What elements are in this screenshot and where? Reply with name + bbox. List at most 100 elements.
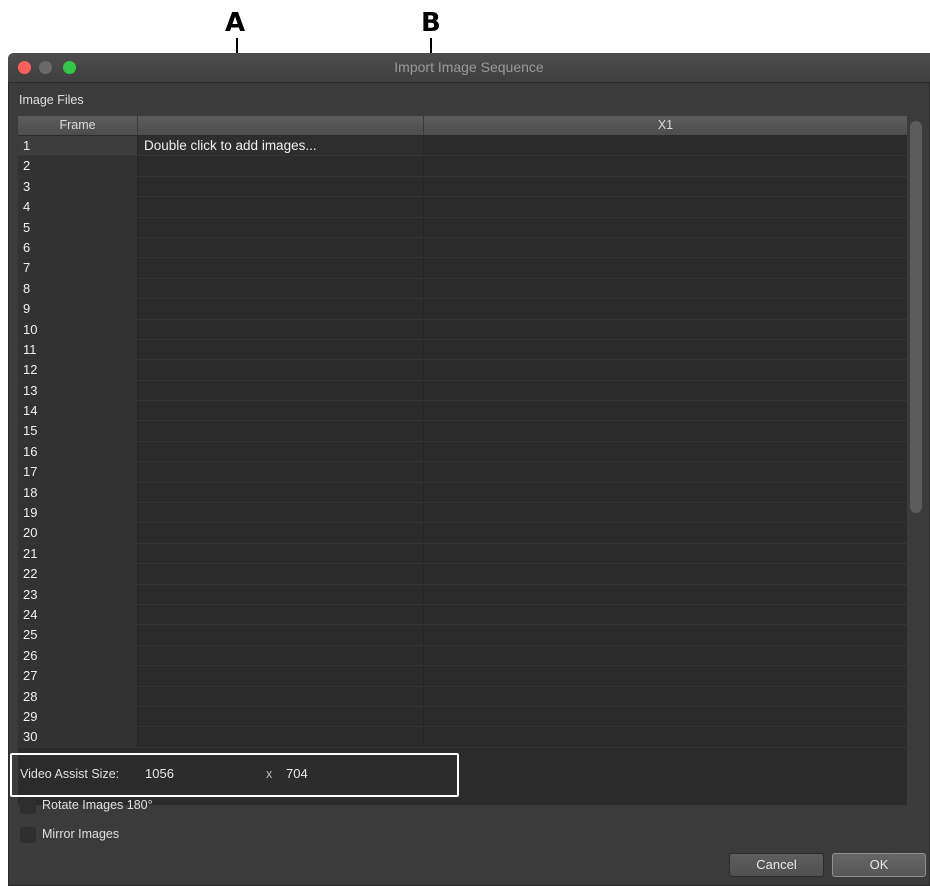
image-cell[interactable]	[138, 421, 424, 441]
table-row[interactable]: 2	[18, 156, 907, 177]
frame-number-cell[interactable]: 16	[18, 441, 138, 462]
table-row[interactable]: 23	[18, 584, 907, 605]
image-cell[interactable]	[138, 686, 424, 706]
frame-number-cell[interactable]: 27	[18, 666, 138, 686]
x1-cell[interactable]	[424, 523, 907, 542]
x1-cell[interactable]	[424, 136, 907, 155]
x1-cell[interactable]	[424, 360, 907, 379]
frame-number-cell[interactable]: 14	[18, 401, 138, 421]
image-cell[interactable]	[138, 380, 424, 401]
x1-cell[interactable]	[424, 218, 907, 237]
image-cell[interactable]	[138, 217, 424, 237]
table-row[interactable]: 18	[18, 482, 907, 504]
frame-number-cell[interactable]: 11	[18, 339, 138, 360]
image-cell[interactable]	[138, 564, 424, 584]
image-cell[interactable]	[138, 543, 424, 564]
frame-number-cell[interactable]: 20	[18, 523, 138, 543]
frame-number-cell[interactable]: 19	[18, 503, 138, 523]
frame-number-cell[interactable]: 23	[18, 584, 138, 604]
frame-number-cell[interactable]: 3	[18, 176, 138, 197]
table-row[interactable]: 15	[18, 421, 907, 442]
x1-cell[interactable]	[424, 177, 907, 196]
x1-cell[interactable]	[424, 442, 907, 461]
frame-number-cell[interactable]: 8	[18, 278, 138, 299]
image-cell[interactable]	[138, 645, 424, 666]
table-row[interactable]: 26	[18, 645, 907, 667]
add-images-placeholder-cell[interactable]: Double click to add images...	[138, 136, 424, 156]
frame-number-cell[interactable]: 7	[18, 258, 138, 278]
image-cell[interactable]	[138, 401, 424, 421]
image-cell[interactable]	[138, 258, 424, 278]
frame-number-cell[interactable]: 6	[18, 237, 138, 258]
table-row[interactable]: 20	[18, 523, 907, 544]
x1-cell[interactable]	[424, 544, 907, 563]
table-row[interactable]: 12	[18, 360, 907, 381]
table-row[interactable]: 5	[18, 217, 907, 238]
x1-cell[interactable]	[424, 156, 907, 175]
table-row[interactable]: 19	[18, 503, 907, 524]
column-header-frame[interactable]: Frame	[18, 116, 138, 135]
x1-cell[interactable]	[424, 483, 907, 502]
frame-number-cell[interactable]: 21	[18, 543, 138, 564]
table-row[interactable]: 22	[18, 564, 907, 585]
table-row[interactable]: 11	[18, 339, 907, 361]
mirror-images-checkbox[interactable]	[20, 827, 36, 843]
x1-cell[interactable]	[424, 238, 907, 257]
x1-cell[interactable]	[424, 197, 907, 216]
image-cell[interactable]	[138, 156, 424, 176]
table-row[interactable]: 4	[18, 197, 907, 218]
frame-number-cell[interactable]: 29	[18, 706, 138, 727]
table-row[interactable]: 6	[18, 237, 907, 259]
rotate-images-checkbox[interactable]	[20, 798, 36, 814]
image-files-table[interactable]: Frame X1 1 Double click to add images... 2…	[18, 116, 907, 805]
image-cell[interactable]	[138, 319, 424, 339]
image-cell[interactable]	[138, 299, 424, 319]
image-cell[interactable]	[138, 278, 424, 299]
table-row[interactable]: 7	[18, 258, 907, 279]
image-cell[interactable]	[138, 197, 424, 217]
x1-cell[interactable]	[424, 320, 907, 339]
table-row[interactable]: 1 Double click to add images...	[18, 136, 907, 157]
x1-cell[interactable]	[424, 462, 907, 481]
image-cell[interactable]	[138, 441, 424, 462]
x1-cell[interactable]	[424, 258, 907, 277]
frame-number-cell[interactable]: 12	[18, 360, 138, 380]
x1-cell[interactable]	[424, 687, 907, 706]
frame-number-cell[interactable]: 4	[18, 197, 138, 217]
x1-cell[interactable]	[424, 381, 907, 400]
image-cell[interactable]	[138, 503, 424, 523]
frame-number-cell[interactable]: 24	[18, 604, 138, 625]
rotate-images-label[interactable]: Rotate Images 180°	[42, 798, 153, 812]
mirror-images-label[interactable]: Mirror Images	[42, 827, 119, 841]
frame-number-cell[interactable]: 15	[18, 421, 138, 441]
x1-cell[interactable]	[424, 605, 907, 624]
x1-cell[interactable]	[424, 727, 907, 746]
table-row[interactable]: 24	[18, 604, 907, 626]
table-row[interactable]: 29	[18, 706, 907, 728]
x1-cell[interactable]	[424, 625, 907, 644]
image-cell[interactable]	[138, 625, 424, 645]
frame-number-cell[interactable]: 10	[18, 319, 138, 339]
x1-cell[interactable]	[424, 340, 907, 359]
table-row[interactable]: 17	[18, 462, 907, 483]
scrollbar-thumb[interactable]	[910, 121, 922, 513]
image-cell[interactable]	[138, 523, 424, 543]
image-cell[interactable]	[138, 237, 424, 258]
table-row[interactable]: 8	[18, 278, 907, 300]
frame-number-cell[interactable]: 5	[18, 217, 138, 237]
frame-number-cell[interactable]: 30	[18, 727, 138, 747]
frame-number-cell[interactable]: 13	[18, 380, 138, 401]
x1-cell[interactable]	[424, 401, 907, 420]
image-cell[interactable]	[138, 176, 424, 197]
x1-cell[interactable]	[424, 585, 907, 604]
x1-cell[interactable]	[424, 666, 907, 685]
table-row[interactable]: 30	[18, 727, 907, 748]
image-cell[interactable]	[138, 339, 424, 360]
frame-number-cell[interactable]: 28	[18, 686, 138, 706]
image-cell[interactable]	[138, 706, 424, 727]
image-cell[interactable]	[138, 482, 424, 503]
table-row[interactable]: 28	[18, 686, 907, 707]
frame-number-cell[interactable]: 9	[18, 299, 138, 319]
x1-cell[interactable]	[424, 299, 907, 318]
table-row[interactable]: 13	[18, 380, 907, 402]
